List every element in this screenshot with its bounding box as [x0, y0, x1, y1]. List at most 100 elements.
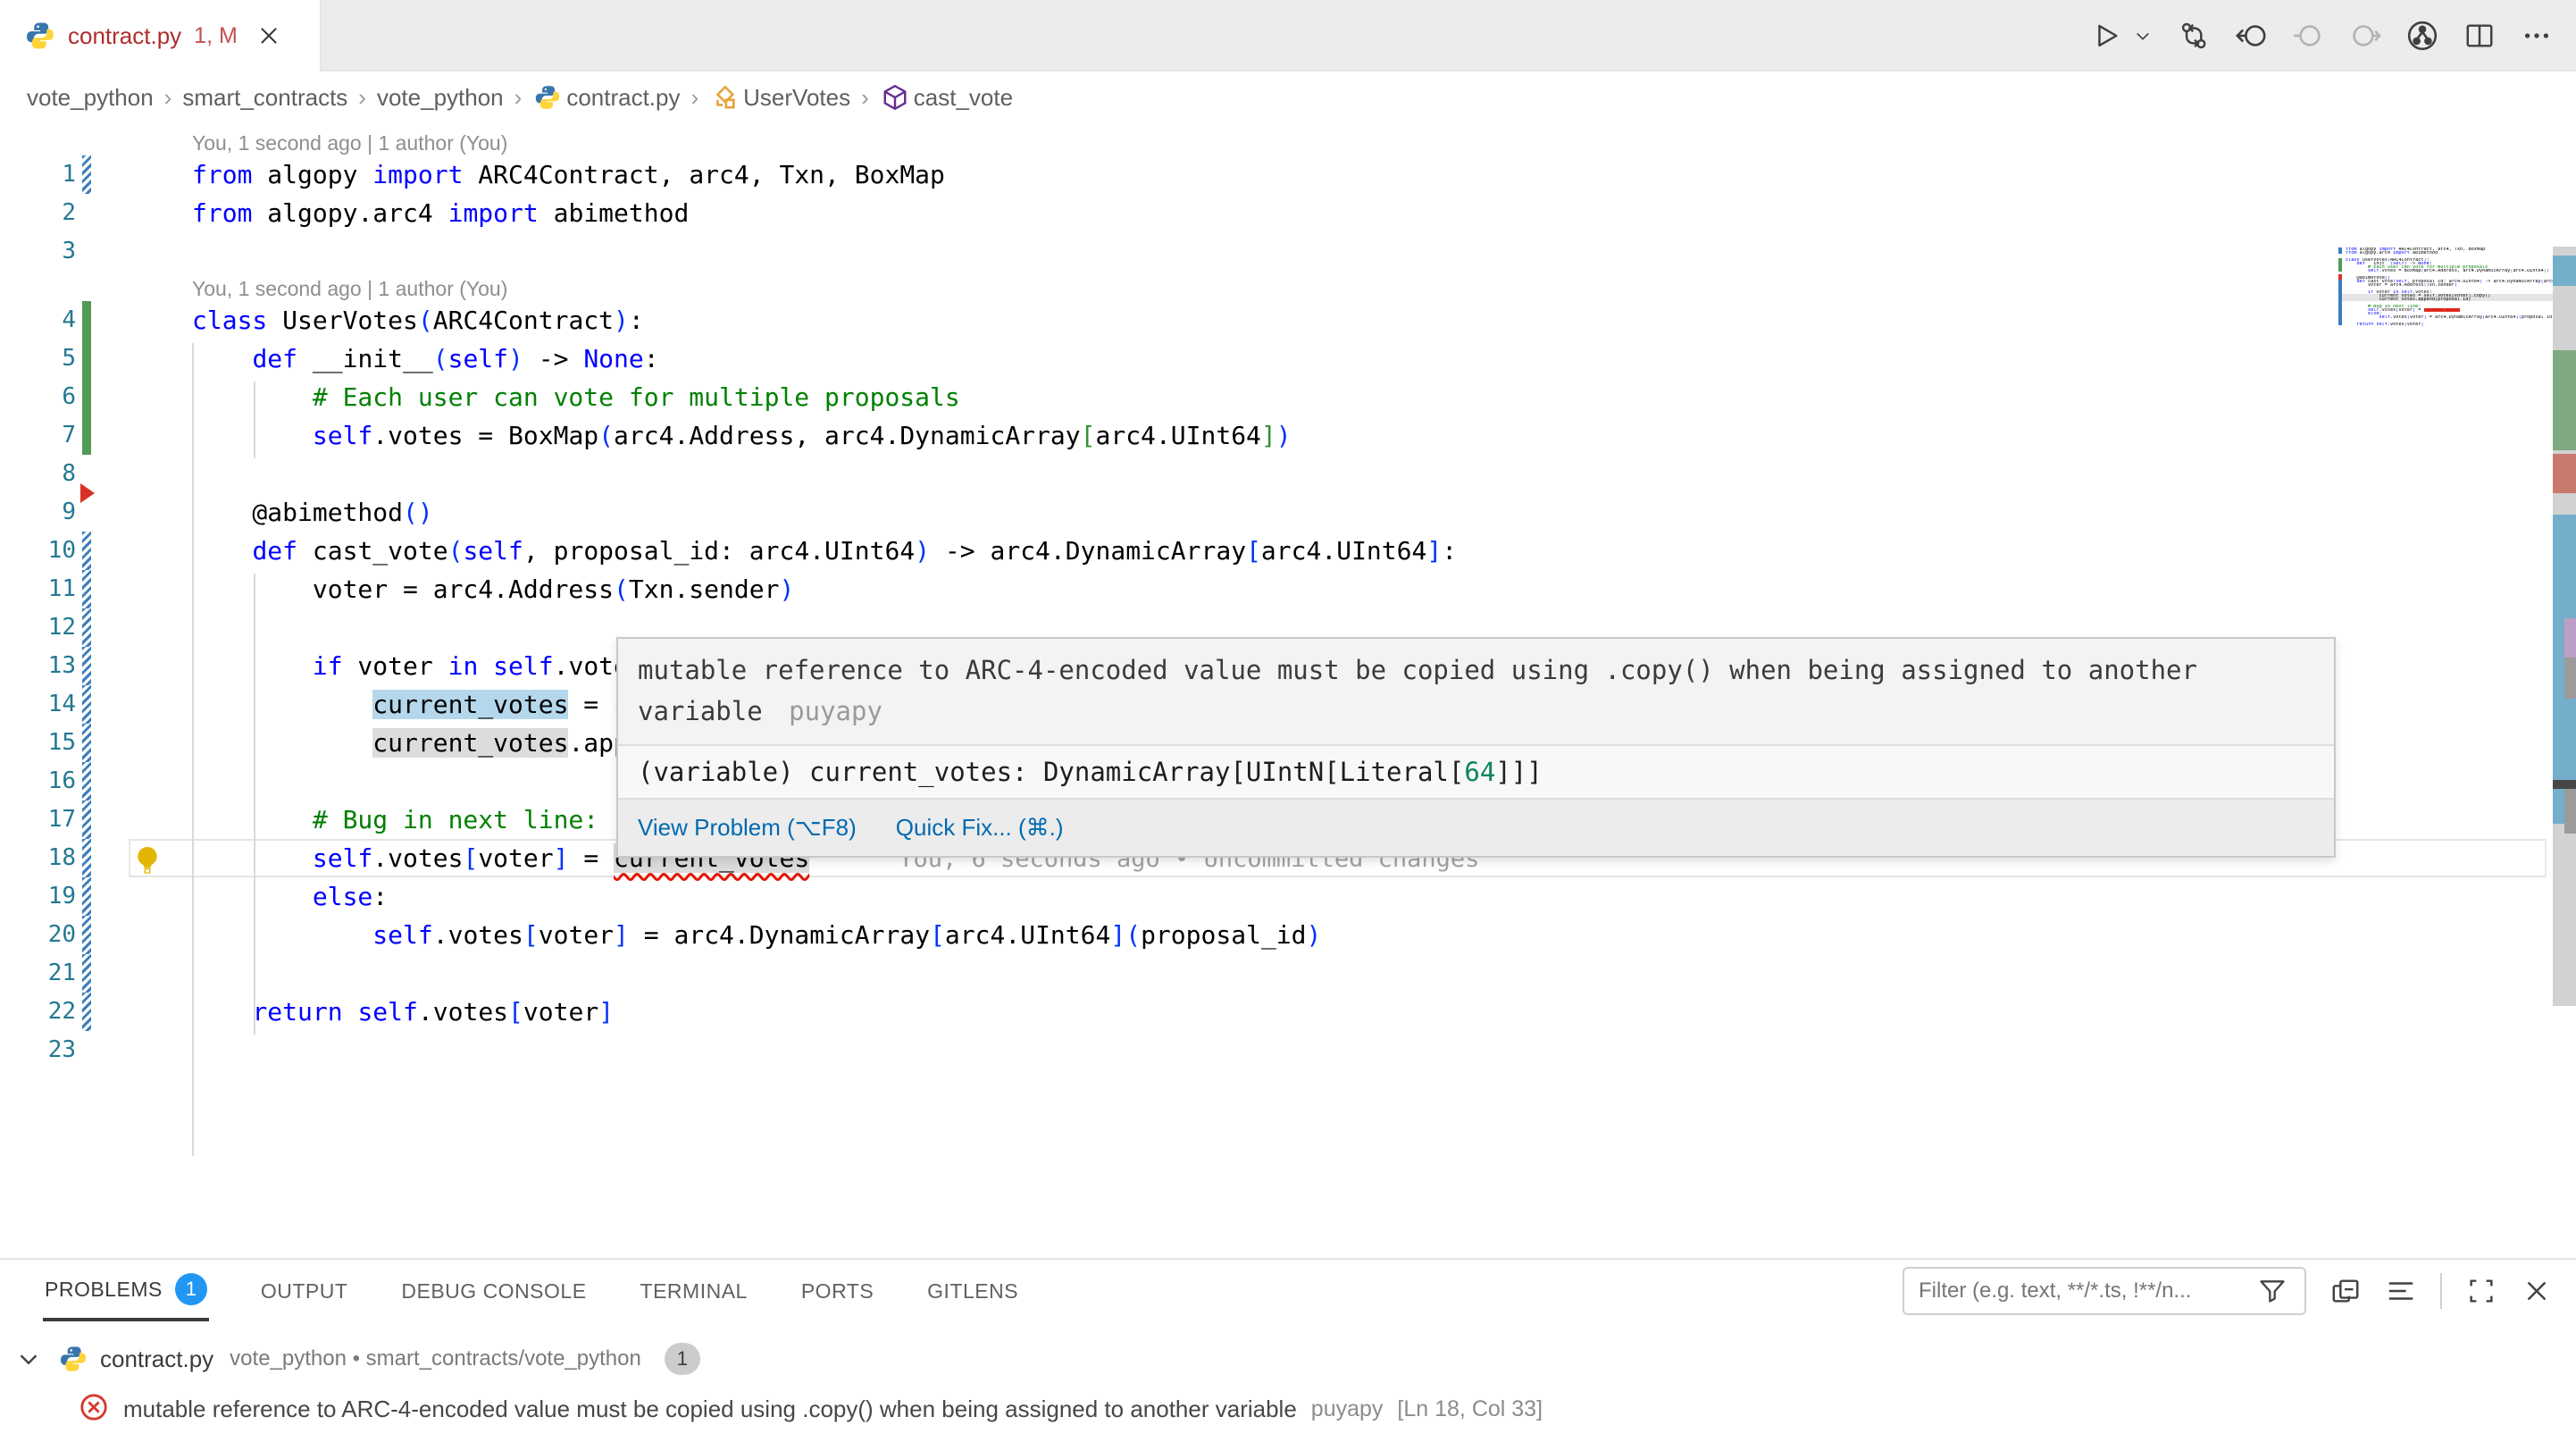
panel-tab-ports[interactable]: PORTS — [799, 1265, 875, 1316]
gutter-modified-marker[interactable] — [82, 724, 91, 762]
bottom-panel: PROBLEMS1 OUTPUT DEBUG CONSOLE TERMINAL PORT… — [0, 1258, 2576, 1442]
overview-ruler-scrollbar[interactable] — [2553, 247, 2576, 1006]
breadcrumb-item[interactable]: vote_python — [27, 84, 154, 112]
method-symbol-icon — [882, 84, 908, 111]
gutter-modified-marker[interactable] — [82, 647, 91, 685]
line-number: 3 — [0, 232, 76, 271]
gutter-added-marker[interactable] — [82, 416, 91, 455]
code-line-21[interactable]: 21 — [0, 954, 2550, 993]
code-line-19[interactable]: 19 else: — [0, 877, 2550, 916]
more-actions-icon[interactable] — [2521, 20, 2553, 52]
code-line-23[interactable]: 23 — [0, 1031, 2550, 1069]
close-tab-icon[interactable] — [257, 24, 280, 47]
run-icon[interactable] — [2090, 20, 2122, 52]
panel-tab-problems[interactable]: PROBLEMS1 — [43, 1259, 209, 1321]
view-problem-link[interactable]: View Problem (⌥F8) — [638, 814, 857, 842]
chevron-down-icon[interactable] — [2133, 20, 2153, 52]
collapse-all-icon[interactable] — [2329, 1275, 2362, 1307]
overview-ruler-mark — [2564, 789, 2576, 834]
codelens-blame[interactable]: You, 1 second ago | 1 author (You) — [0, 125, 2550, 155]
line-number: 1 — [0, 155, 76, 194]
code-line-4[interactable]: 4class UserVotes(ARC4Contract): — [0, 301, 2550, 340]
panel-tab-output[interactable]: OUTPUT — [259, 1265, 350, 1316]
gutter-deleted-marker[interactable] — [80, 483, 95, 503]
editor-tab-bar: contract.py 1, M — [0, 0, 2576, 71]
gutter-added-marker[interactable] — [82, 378, 91, 416]
breadcrumb-item[interactable]: UserVotes — [743, 84, 850, 112]
code-line-8[interactable]: 8 — [0, 455, 2550, 493]
code-line-1[interactable]: 1from algopy import ARC4Contract, arc4, … — [0, 155, 2550, 194]
minimap-gutter-mark — [2338, 280, 2342, 325]
code-text: @abimethod() — [192, 493, 433, 532]
tab-contract-py[interactable]: contract.py 1, M — [0, 0, 322, 71]
gutter-modified-marker[interactable] — [82, 993, 91, 1031]
split-editor-icon[interactable] — [2463, 20, 2496, 52]
chevron-right-icon: › — [358, 84, 366, 112]
panel-tab-gitlens[interactable]: GITLENS — [925, 1265, 1020, 1316]
lightbulb-icon[interactable] — [134, 845, 161, 880]
gutter-added-marker[interactable] — [82, 340, 91, 378]
breadcrumb-item[interactable]: smart_contracts — [182, 84, 347, 112]
line-number: 4 — [0, 301, 76, 340]
code-line-9[interactable]: 9 @abimethod() — [0, 493, 2550, 532]
code-line-6[interactable]: 6 # Each user can vote for multiple prop… — [0, 378, 2550, 416]
filter-funnel-icon[interactable] — [2258, 1277, 2287, 1310]
problem-row[interactable]: mutable reference to ARC-4-encoded value… — [79, 1385, 1543, 1433]
gutter-modified-marker[interactable] — [82, 532, 91, 570]
code-line-22[interactable]: 22 return self.votes[voter] — [0, 993, 2550, 1031]
problem-source: puyapy — [1311, 1396, 1384, 1422]
code-line-5[interactable]: 5 def __init__(self) -> None: — [0, 340, 2550, 378]
gutter-modified-marker[interactable] — [82, 801, 91, 839]
chevron-right-icon: › — [861, 84, 869, 112]
code-line-3[interactable]: 3 — [0, 232, 2550, 271]
line-number: 10 — [0, 532, 76, 570]
code-line-10[interactable]: 10 def cast_vote(self, proposal_id: arc4… — [0, 532, 2550, 570]
code-text: if voter in self.votes: — [192, 647, 659, 685]
codelens-blame[interactable]: You, 1 second ago | 1 author (You) — [0, 271, 2550, 301]
gutter-modified-marker[interactable] — [82, 570, 91, 608]
line-number: 22 — [0, 993, 76, 1031]
chevron-down-icon[interactable] — [13, 1343, 45, 1375]
next-change-icon[interactable] — [2349, 20, 2381, 52]
quick-fix-link[interactable]: Quick Fix... (⌘.) — [896, 814, 1064, 842]
view-as-table-icon[interactable] — [2385, 1275, 2417, 1307]
code-line-7[interactable]: 7 self.votes = BoxMap(arc4.Address, arc4… — [0, 416, 2550, 455]
gutter-modified-marker[interactable] — [82, 762, 91, 801]
gutter-added-marker[interactable] — [82, 301, 91, 340]
gutter-modified-marker[interactable] — [82, 608, 91, 647]
go-back-icon[interactable] — [2235, 20, 2267, 52]
previous-change-icon[interactable] — [2292, 20, 2324, 52]
panel-tab-terminal[interactable]: TERMINAL — [639, 1265, 749, 1316]
breadcrumb-item[interactable]: contract.py — [566, 84, 680, 112]
commit-graph-icon[interactable] — [2406, 20, 2438, 52]
code-line-2[interactable]: 2from algopy.arc4 import abimethod — [0, 194, 2550, 232]
overview-ruler-mark — [2564, 658, 2576, 699]
minimap-line: current_votes.append(proposal_id) — [2346, 298, 2471, 301]
gutter-modified-marker[interactable] — [82, 954, 91, 993]
overview-ruler-mark — [2553, 256, 2576, 286]
gutter-modified-marker[interactable] — [82, 155, 91, 194]
code-text: current_votes = self — [192, 685, 673, 724]
breadcrumb-item[interactable]: cast_vote — [914, 84, 1013, 112]
minimap-line: voter = arc4.Address(Txn.sender) — [2346, 283, 2457, 287]
panel-tab-debug-console[interactable]: DEBUG CONSOLE — [399, 1265, 588, 1316]
gutter-modified-marker[interactable] — [82, 916, 91, 954]
tab-problem-modified-badge: 1, M — [194, 23, 238, 49]
editor-toolbar — [2090, 0, 2553, 71]
gutter-modified-marker[interactable] — [82, 839, 91, 877]
chevron-right-icon: › — [514, 84, 523, 112]
breadcrumb-item[interactable]: vote_python — [377, 84, 504, 112]
close-panel-icon[interactable] — [2521, 1275, 2553, 1307]
gutter-modified-marker[interactable] — [82, 877, 91, 916]
minimap-gutter-mark — [2338, 258, 2342, 272]
minimap[interactable]: from algopy import ARC4Contract, arc4, T… — [2338, 247, 2553, 337]
maximize-panel-icon[interactable] — [2465, 1275, 2497, 1307]
git-compare-icon[interactable] — [2178, 20, 2210, 52]
code-line-11[interactable]: 11 voter = arc4.Address(Txn.sender) — [0, 570, 2550, 608]
problems-filter-input[interactable] — [1903, 1267, 2306, 1315]
line-number: 2 — [0, 194, 76, 232]
problems-file-row[interactable]: contract.py vote_python • smart_contract… — [0, 1335, 700, 1383]
code-line-20[interactable]: 20 self.votes[voter] = arc4.DynamicArray… — [0, 916, 2550, 954]
gutter-modified-marker[interactable] — [82, 685, 91, 724]
problems-badge: 1 — [175, 1273, 207, 1305]
